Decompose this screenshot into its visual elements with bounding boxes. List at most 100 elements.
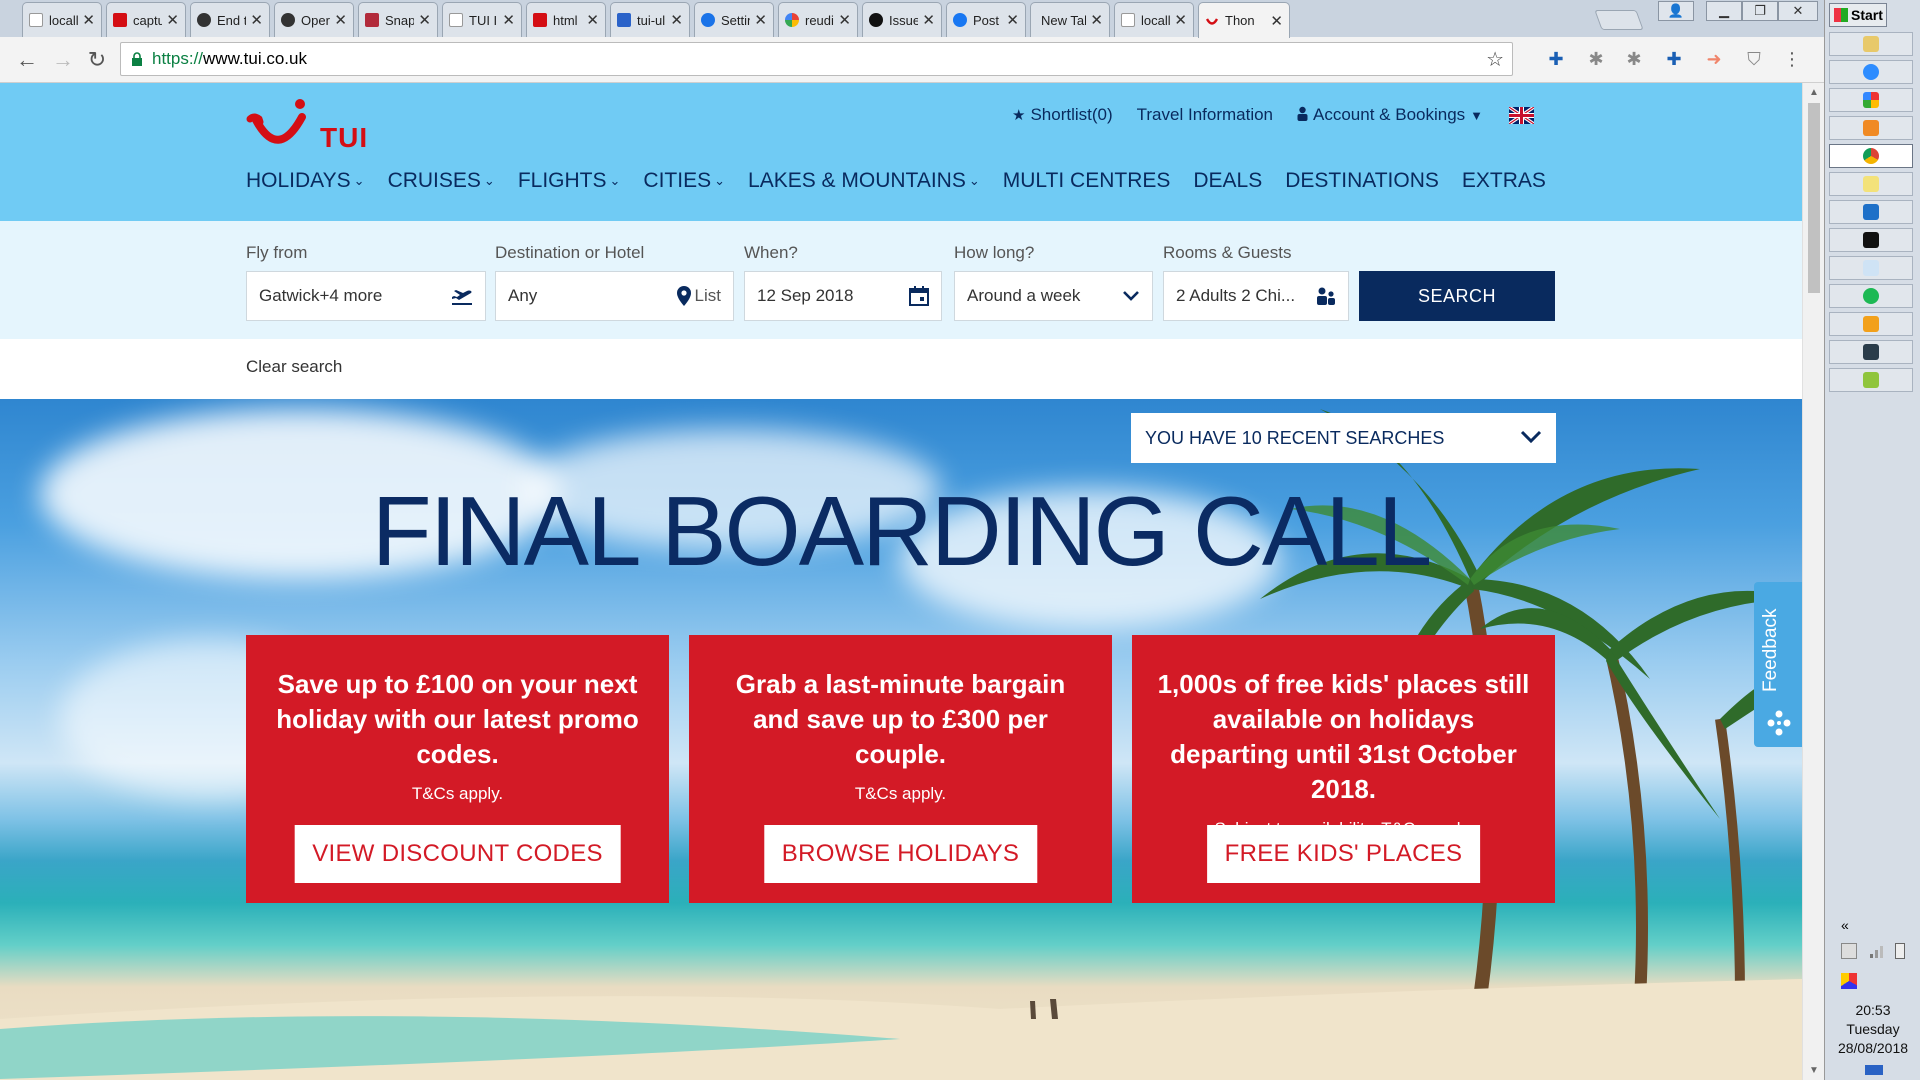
tui-logo[interactable]: TUI [246, 95, 376, 155]
close-tab-icon[interactable]: ✕ [922, 11, 935, 29]
browser-tab[interactable]: New Tab ✕ [1030, 2, 1110, 37]
browser-tab[interactable]: locall ✕ [22, 2, 102, 37]
taskbar-app-chrome[interactable] [1829, 144, 1913, 168]
extension-shield-icon[interactable]: ⛉ [1744, 49, 1764, 69]
network-disconnected-icon[interactable] [1841, 943, 1857, 959]
app-tray-icon[interactable] [1841, 973, 1857, 989]
start-button[interactable]: Start [1829, 3, 1887, 27]
close-tab-icon[interactable]: ✕ [838, 11, 851, 29]
feedback-tab[interactable]: Feedback [1754, 582, 1802, 747]
user-icon[interactable]: 👤 [1658, 1, 1694, 21]
taskbar-app-notes[interactable] [1829, 172, 1913, 196]
browser-tab[interactable]: Snap ✕ [358, 2, 438, 37]
browser-tab[interactable]: End t ✕ [190, 2, 270, 37]
browser-tab[interactable]: reudi ✕ [778, 2, 858, 37]
taskbar-app-terminal[interactable] [1829, 228, 1913, 252]
free-kids-places-button[interactable]: FREE KIDS' PLACES [1206, 825, 1481, 883]
close-window-button[interactable]: ✕ [1778, 1, 1818, 21]
bookmark-star-icon[interactable]: ☆ [1486, 47, 1504, 72]
tray-collapse-icon[interactable]: « [1841, 917, 1849, 933]
uk-flag-icon[interactable] [1509, 106, 1535, 124]
close-tab-icon[interactable]: ✕ [250, 11, 263, 29]
search-button[interactable]: SEARCH [1359, 271, 1555, 321]
browser-tab[interactable]: Post ✕ [946, 2, 1026, 37]
travel-information-link[interactable]: Travel Information [1137, 105, 1273, 125]
nav-cruises[interactable]: CRUISES ⌄ [388, 169, 495, 193]
how-long-select[interactable]: Around a week [954, 271, 1153, 321]
taskbar-app-screen[interactable] [1829, 340, 1913, 364]
clear-search-link[interactable]: Clear search [246, 357, 342, 377]
menu-dots-icon[interactable]: ⋮ [1782, 49, 1802, 69]
close-tab-icon[interactable]: ✕ [1006, 11, 1019, 29]
taskbar-app-zoom[interactable] [1829, 60, 1913, 84]
nav-deals[interactable]: DEALS [1193, 169, 1262, 193]
nav-multi-centres[interactable]: MULTI CENTRES [1003, 169, 1171, 193]
nav-holidays[interactable]: HOLIDAYS ⌄ [246, 169, 365, 193]
scroll-down-icon[interactable]: ▼ [1809, 1065, 1819, 1076]
browser-tab[interactable]: html ✕ [526, 2, 606, 37]
rooms-guests-field[interactable]: 2 Adults 2 Chi... [1163, 271, 1349, 321]
browser-tab[interactable]: tui-ul ✕ [610, 2, 690, 37]
taskbar-app-document[interactable] [1829, 256, 1913, 280]
close-tab-icon[interactable]: ✕ [586, 11, 599, 29]
close-tab-icon[interactable]: ✕ [754, 11, 767, 29]
scroll-up-icon[interactable]: ▲ [1809, 87, 1819, 98]
nav-extras[interactable]: EXTRAS [1462, 169, 1546, 193]
taskbar-app-explorer[interactable] [1829, 32, 1913, 56]
nav-cities[interactable]: CITIES ⌄ [643, 169, 725, 193]
browser-tab[interactable]: Settin ✕ [694, 2, 774, 37]
browser-tab[interactable]: Issue ✕ [862, 2, 942, 37]
taskbar-app-spotify[interactable] [1829, 284, 1913, 308]
back-icon[interactable]: ← [12, 45, 42, 75]
taskbar-app-media[interactable] [1829, 116, 1913, 140]
taskbar-app-lync[interactable] [1829, 200, 1913, 224]
page-scrollbar[interactable]: ▲ ▼ [1802, 83, 1824, 1080]
close-tab-icon[interactable]: ✕ [418, 11, 431, 29]
account-bookings-link[interactable]: Account & Bookings ▼ [1297, 105, 1483, 125]
new-tab-button[interactable] [1594, 10, 1644, 30]
browse-holidays-button[interactable]: BROWSE HOLIDAYS [763, 825, 1038, 883]
recent-searches-dropdown[interactable]: YOU HAVE 10 RECENT SEARCHES [1131, 413, 1556, 463]
close-tab-icon[interactable]: ✕ [1270, 12, 1283, 30]
extension-arrow-icon[interactable]: ➜ [1704, 49, 1724, 69]
nav-destinations[interactable]: DESTINATIONS [1285, 169, 1439, 193]
view-discount-codes-button[interactable]: VIEW DISCOUNT CODES [294, 825, 621, 883]
destination-list-toggle[interactable]: List [695, 286, 721, 306]
address-bar[interactable]: https://www.tui.co.uk ☆ [120, 42, 1513, 76]
forward-icon[interactable]: → [48, 45, 78, 75]
extension-puzzle-icon[interactable]: ✚ [1546, 49, 1566, 69]
nav-lakes-mountains[interactable]: LAKES & MOUNTAINS ⌄ [748, 169, 980, 193]
fly-from-field[interactable]: Gatwick+4 more [246, 271, 486, 321]
scrollbar-thumb[interactable] [1808, 103, 1820, 293]
battery-icon[interactable] [1895, 943, 1905, 959]
browser-tab[interactable]: TUI I ✕ [442, 2, 522, 37]
close-tab-icon[interactable]: ✕ [334, 11, 347, 29]
minimize-button[interactable]: ▁ [1706, 1, 1742, 21]
shortlist-link[interactable]: ★ Shortlist(0) [1012, 105, 1113, 125]
taskbar-app-photos[interactable] [1829, 88, 1913, 112]
restore-button[interactable]: ❐ [1742, 1, 1778, 21]
close-tab-icon[interactable]: ✕ [166, 11, 179, 29]
browser-tab[interactable]: locall ✕ [1114, 2, 1194, 37]
close-tab-icon[interactable]: ✕ [502, 11, 515, 29]
signal-icon[interactable] [1869, 943, 1885, 959]
extension-puzzle-icon[interactable]: ✚ [1664, 49, 1684, 69]
browser-tab[interactable]: captu ✕ [106, 2, 186, 37]
show-desktop-icon[interactable] [1865, 1065, 1883, 1075]
close-tab-icon[interactable]: ✕ [1090, 11, 1103, 29]
extension-icon[interactable]: ✱ [1586, 49, 1606, 69]
when-date-field[interactable]: 12 Sep 2018 [744, 271, 942, 321]
taskbar-app-editor[interactable] [1829, 368, 1913, 392]
close-tab-icon[interactable]: ✕ [82, 11, 95, 29]
close-tab-icon[interactable]: ✕ [670, 11, 683, 29]
promo-card: Save up to £100 on your next holiday wit… [246, 635, 669, 903]
taskbar-app-outlook[interactable] [1829, 312, 1913, 336]
system-clock[interactable]: 20:53 Tuesday 28/08/2018 [1829, 1001, 1917, 1058]
nav-flights[interactable]: FLIGHTS ⌄ [518, 169, 621, 193]
browser-tab-active[interactable]: Thon ✕ [1198, 2, 1290, 38]
reload-icon[interactable]: ↻ [82, 45, 112, 75]
extension-icon[interactable]: ✱ [1624, 49, 1644, 69]
browser-tab[interactable]: Oper ✕ [274, 2, 354, 37]
destination-field[interactable]: Any List [495, 271, 734, 321]
close-tab-icon[interactable]: ✕ [1174, 11, 1187, 29]
